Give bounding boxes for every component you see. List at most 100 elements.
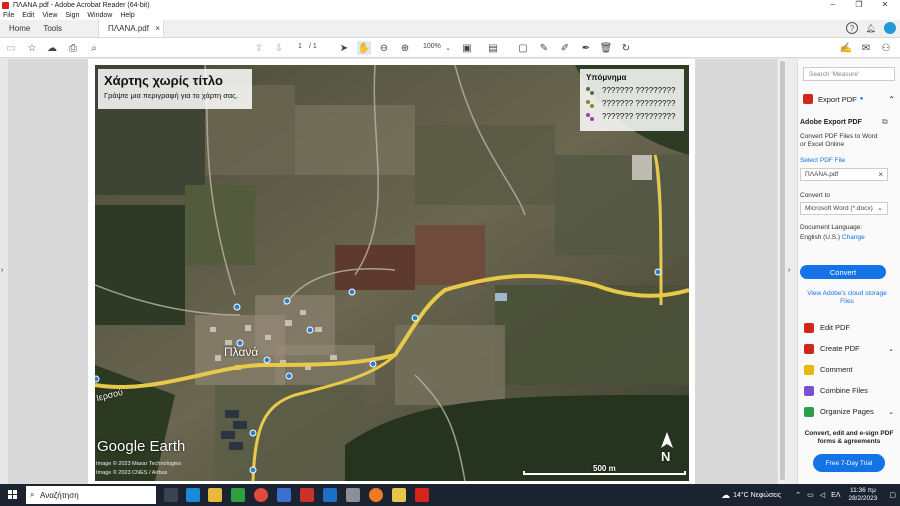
convert-format-select[interactable]: Microsoft Word (*.docx) ⌄ <box>800 202 888 215</box>
app-cloud-icon[interactable] <box>346 488 360 502</box>
edit-pdf-icon <box>804 322 814 333</box>
scale-bar-label: 500 m <box>593 464 616 473</box>
edge-browser-icon[interactable] <box>186 488 200 502</box>
map-title: Χάρτης χωρίς τίτλο <box>104 73 223 88</box>
tools-search-input[interactable]: Search 'Measure' <box>803 67 895 81</box>
firefox-icon[interactable] <box>369 488 383 502</box>
scrollbar-thumb[interactable] <box>780 61 785 480</box>
fit-page-icon[interactable]: ▣ <box>460 41 474 55</box>
windows-start-icon[interactable] <box>8 490 18 500</box>
selected-file-field[interactable]: ΠΛΑΝΑ.pdf × <box>800 168 888 181</box>
zoom-level-select[interactable]: 100% <box>423 43 441 50</box>
calculator-icon[interactable] <box>277 488 291 502</box>
notification-bell-icon[interactable]: 🔔︎ <box>865 22 877 34</box>
tool-comment[interactable]: Comment <box>804 363 894 376</box>
zoom-dropdown-chevron-icon[interactable]: ⌄ <box>441 41 455 55</box>
mail-icon[interactable] <box>323 488 337 502</box>
change-language-link[interactable]: Change <box>842 234 865 241</box>
select-pdf-link[interactable]: Select PDF File <box>800 157 845 164</box>
cloud-storage-link[interactable]: View Adobe's cloud storage Files <box>802 290 892 306</box>
tool-label: Create PDF <box>820 344 860 353</box>
tab-home[interactable]: Home <box>0 20 39 37</box>
volume-icon[interactable]: ◁ <box>820 491 825 499</box>
email-icon[interactable]: ✉ <box>859 41 873 55</box>
scrolling-mode-icon[interactable]: ▤ <box>486 41 500 55</box>
page-number-input[interactable]: 1 <box>298 43 302 50</box>
account-avatar[interactable] <box>884 22 896 34</box>
close-window-button[interactable]: ✕ <box>872 0 898 10</box>
zoom-out-icon[interactable]: ⊖ <box>377 41 391 55</box>
menu-file[interactable]: File <box>3 12 14 19</box>
collapse-up-chevron-icon[interactable]: ⌃ <box>888 95 895 104</box>
help-icon[interactable]: ? <box>846 22 858 34</box>
fill-sign-icon[interactable]: ✒ <box>579 41 593 55</box>
create-page-icon[interactable]: ▭ <box>4 41 18 55</box>
export-pdf-header[interactable]: Export PDF ● ⌃ <box>803 93 895 105</box>
right-panel-collapse[interactable]: › <box>786 59 797 484</box>
menu-window[interactable]: Window <box>87 12 112 19</box>
convert-format-value: Microsoft Word (*.docx) <box>805 205 873 212</box>
village-label: Πλανά <box>224 345 259 359</box>
print-icon[interactable]: ⎙ <box>66 41 80 55</box>
rotate-icon[interactable]: ↻ <box>619 41 633 55</box>
acrobat-taskbar-icon[interactable] <box>415 488 429 502</box>
comment-icon[interactable]: ▢ <box>516 41 530 55</box>
tray-chevron-icon[interactable]: ⌃ <box>795 491 801 499</box>
next-page-icon[interactable]: ⇩ <box>272 41 286 55</box>
delete-trash-icon[interactable]: 🗑︎ <box>599 41 613 55</box>
convert-button[interactable]: Convert <box>800 265 886 279</box>
network-icon[interactable]: ▭ <box>807 491 814 499</box>
maximize-button[interactable]: ❐ <box>846 0 872 10</box>
input-language[interactable]: ΕΛ <box>831 492 840 499</box>
taskbar-clock[interactable]: 11:36 πμ 28/2/2023 <box>848 487 877 503</box>
menu-sign[interactable]: Sign <box>65 12 79 19</box>
notes-icon[interactable] <box>392 488 406 502</box>
tab-close-icon[interactable]: × <box>155 24 160 33</box>
external-link-icon[interactable]: ⧉ <box>882 117 888 127</box>
select-cursor-icon[interactable]: ➤ <box>337 41 351 55</box>
task-view-icon[interactable] <box>164 488 178 502</box>
tool-edit-pdf[interactable]: Edit PDF <box>804 321 894 334</box>
taskbar-search-input[interactable]: ⌕ Αναζήτηση <box>26 486 156 504</box>
expand-chevron-icon[interactable]: ⌄ <box>888 345 894 353</box>
previous-page-icon[interactable]: ⇧ <box>252 41 266 55</box>
upload-cloud-icon[interactable]: ☁ <box>45 41 59 55</box>
left-panel-collapse[interactable]: › <box>0 59 8 484</box>
weather-text[interactable]: 14°C Νεφώσεις <box>733 492 781 499</box>
clear-file-icon[interactable]: × <box>878 170 883 179</box>
draw-icon[interactable]: ✐ <box>558 41 572 55</box>
tab-bar: Home Tools ΠΛΑΝΑ.pdf × ? 🔔︎ <box>0 20 900 38</box>
tool-combine-files[interactable]: Combine Files <box>804 384 894 397</box>
file-explorer-icon[interactable] <box>208 488 222 502</box>
highlight-pen-icon[interactable]: ✎ <box>537 41 551 55</box>
tool-organize-pages[interactable]: Organize Pages ⌄ <box>804 405 894 418</box>
app-4m-icon[interactable] <box>300 488 314 502</box>
tool-create-pdf[interactable]: Create PDF ⌄ <box>804 342 894 355</box>
tab-document[interactable]: ΠΛΑΝΑ.pdf × <box>98 20 165 37</box>
tab-tools[interactable]: Tools <box>39 20 71 37</box>
menu-help[interactable]: Help <box>120 12 134 19</box>
menu-edit[interactable]: Edit <box>22 12 34 19</box>
find-icon[interactable]: ⌕ <box>87 41 101 55</box>
document-scrollbar[interactable] <box>777 59 786 484</box>
collapse-right-chevron-icon[interactable]: › <box>788 267 790 274</box>
copyright-line-1: Image © 2023 Maxar Technologies <box>96 461 181 467</box>
info-icon: ● <box>859 96 864 102</box>
minimize-button[interactable]: – <box>820 0 846 10</box>
expand-chevron-icon[interactable]: ⌄ <box>888 408 894 416</box>
expand-left-chevron-icon[interactable]: › <box>1 267 3 274</box>
bookmark-star-icon[interactable]: ☆ <box>25 41 39 55</box>
share-user-icon[interactable]: ⚇ <box>879 41 893 55</box>
sign-icon[interactable]: ✍ <box>839 41 853 55</box>
notifications-icon[interactable]: ▢ <box>889 491 896 499</box>
store-icon[interactable] <box>231 488 245 502</box>
zoom-in-icon[interactable]: ⊕ <box>398 41 412 55</box>
title-bar: ΠΛΑΝΑ.pdf - Adobe Acrobat Reader (64-bit… <box>0 0 900 10</box>
hand-tool-icon[interactable]: ✋ <box>357 41 371 55</box>
tool-label: Organize Pages <box>820 407 874 416</box>
chrome-icon[interactable] <box>254 488 268 502</box>
free-trial-button[interactable]: Free 7-Day Trial <box>813 454 885 472</box>
menu-view[interactable]: View <box>42 12 57 19</box>
format-dropdown-chevron-icon[interactable]: ⌄ <box>877 204 883 212</box>
legend-marker-icon <box>586 112 596 121</box>
